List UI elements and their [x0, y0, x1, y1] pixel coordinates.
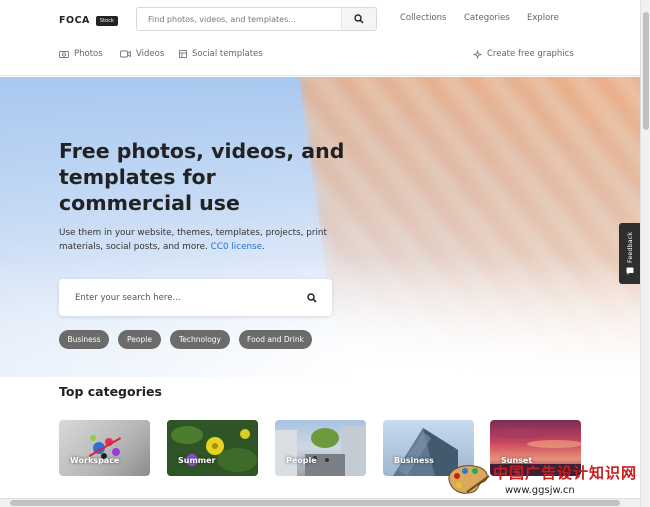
feedback-label: Feedback — [625, 232, 634, 263]
top-categories-heading: Top categories — [59, 384, 162, 399]
tag-food-and-drink[interactable]: Food and Drink — [239, 330, 312, 349]
subnav-create-graphics[interactable]: Create free graphics — [473, 49, 574, 59]
category-card-summer[interactable]: Summer — [167, 420, 258, 476]
logo-badge: Stock — [95, 15, 118, 26]
nav-explore[interactable]: Explore — [527, 13, 559, 23]
video-icon — [120, 50, 131, 58]
hero-description-end: . — [262, 242, 265, 252]
logo-text: FOCA — [59, 15, 90, 26]
search-icon — [307, 292, 317, 303]
nav-categories[interactable]: Categories — [464, 13, 510, 23]
category-label: Summer — [178, 456, 216, 465]
template-icon — [179, 50, 187, 58]
logo[interactable]: FOCA Stock — [59, 15, 118, 26]
subnav-videos-label: Videos — [136, 49, 165, 59]
horizontal-scrollbar[interactable] — [0, 498, 640, 507]
hero-search-button[interactable] — [292, 279, 332, 316]
vertical-scroll-thumb[interactable] — [643, 12, 649, 130]
camera-icon — [59, 51, 69, 58]
search-icon — [354, 14, 364, 24]
sparkle-icon — [473, 49, 482, 59]
hero-description-text: Use them in your website, themes, templa… — [59, 228, 327, 252]
nav-collections[interactable]: Collections — [400, 13, 446, 23]
subnav-videos[interactable]: Videos — [120, 49, 164, 59]
people-image — [275, 426, 366, 476]
subnav-create-label: Create free graphics — [487, 49, 574, 59]
horizontal-scroll-thumb[interactable] — [10, 500, 620, 506]
header-search — [136, 7, 377, 31]
subnav-photos-label: Photos — [74, 49, 103, 59]
category-label: Business — [394, 456, 434, 465]
summer-image — [167, 420, 258, 476]
category-card-people[interactable]: People — [275, 420, 366, 476]
header-search-button[interactable] — [341, 8, 376, 30]
vertical-scrollbar[interactable] — [640, 0, 650, 507]
site-header: FOCA Stock Collections Categories Explor… — [0, 0, 640, 76]
tag-business[interactable]: Business — [59, 330, 109, 349]
tag-people[interactable]: People — [118, 330, 161, 349]
subnav-photos[interactable]: Photos — [59, 49, 103, 59]
hero-search-input[interactable] — [59, 292, 292, 303]
feedback-tab[interactable]: Feedback — [619, 223, 640, 284]
palette-icon — [448, 465, 490, 494]
watermark-url: www.ggsjw.cn — [505, 485, 575, 496]
hero-title: Free photos, videos, and templates for c… — [59, 139, 345, 215]
chat-icon — [626, 267, 633, 275]
tag-technology[interactable]: Technology — [170, 330, 230, 349]
category-card-workspace[interactable]: Workspace — [59, 420, 150, 476]
watermark-chinese-text: 中国广告设计知识网 — [493, 464, 638, 482]
watermark: 中国广告设计知识网 www.ggsjw.cn — [445, 462, 640, 498]
category-label: People — [286, 456, 317, 465]
header-search-input[interactable] — [137, 14, 341, 24]
category-label: Workspace — [70, 456, 120, 465]
hero-description: Use them in your website, themes, templa… — [59, 226, 344, 254]
subnav-social-templates[interactable]: Social templates — [179, 49, 263, 59]
subnav-social-label: Social templates — [192, 49, 263, 59]
hero-search — [59, 279, 332, 316]
workspace-image — [88, 435, 122, 459]
cc0-license-link[interactable]: CC0 license — [211, 242, 262, 252]
